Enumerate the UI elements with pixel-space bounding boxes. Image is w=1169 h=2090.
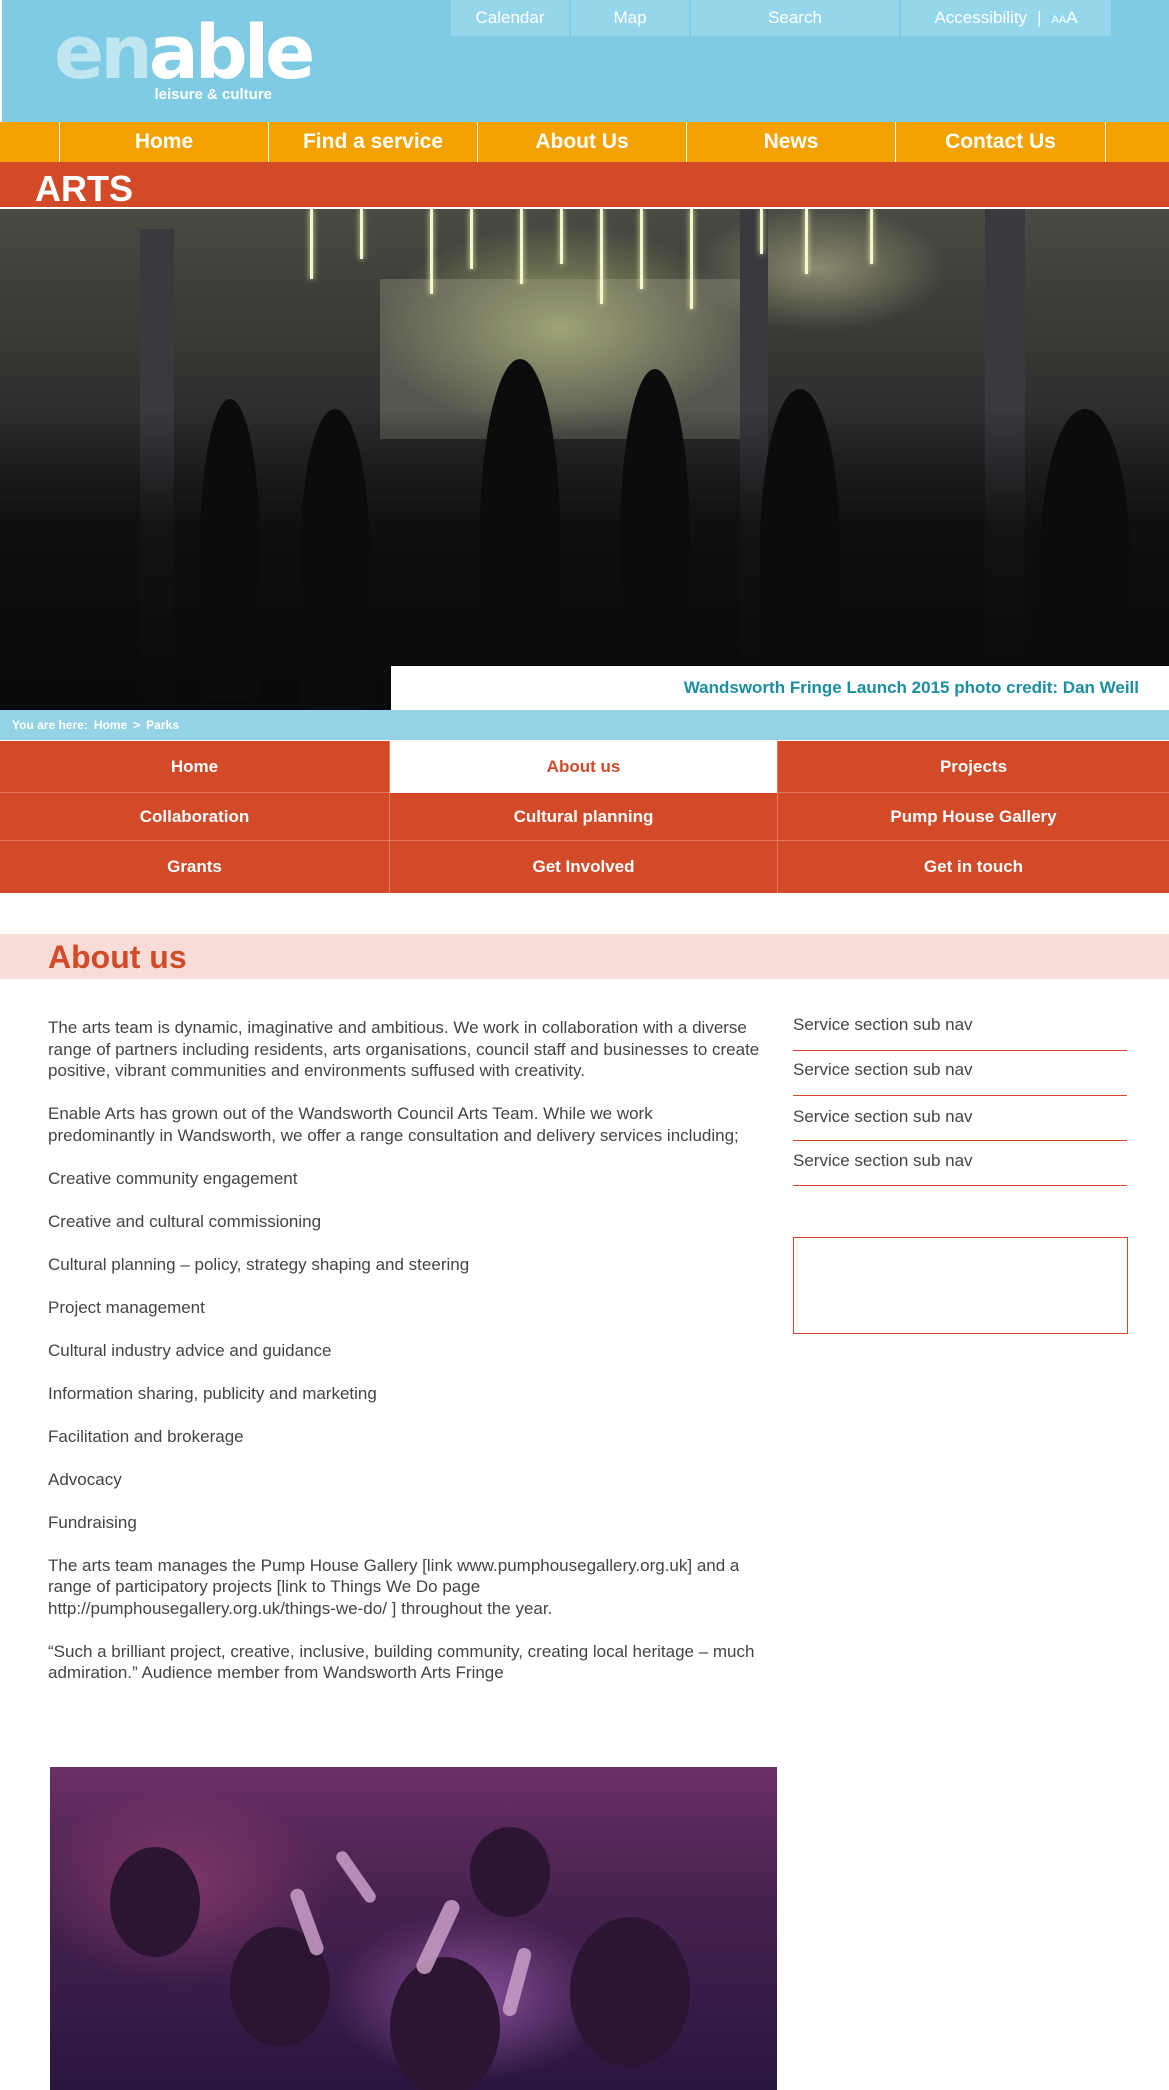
breadcrumb-home[interactable]: Home (94, 718, 127, 732)
service-list-item: Advocacy (48, 1469, 122, 1489)
breadcrumb-current[interactable]: Parks (146, 718, 179, 732)
subnav-about-us[interactable]: About us (390, 741, 778, 793)
testimonial-quote: “Such a brilliant project, creative, inc… (48, 1641, 755, 1683)
subnav-collaboration[interactable]: Collaboration (0, 793, 390, 841)
photo-person (390, 1957, 500, 2090)
page-title-band: About us (0, 934, 1169, 979)
sidenav-item[interactable]: Service section sub nav (793, 1051, 1127, 1096)
hero-light (805, 209, 808, 274)
service-list-item: Facilitation and brokerage (48, 1426, 244, 1446)
site-header: enable leisure & culture Calendar Map Se… (0, 0, 1169, 122)
subnav-get-in-touch[interactable]: Get in touch (778, 841, 1169, 893)
accessibility-bar: Accessibility | AAA (901, 0, 1111, 36)
hero-light (470, 209, 473, 269)
subnav-cultural-planning[interactable]: Cultural planning (390, 793, 778, 841)
audience-photo (50, 1767, 777, 2090)
main-content: The arts team is dynamic, imaginative an… (48, 1017, 760, 1705)
map-link[interactable]: Map (571, 0, 689, 36)
hero-person (300, 409, 370, 709)
hero-light (520, 209, 523, 284)
breadcrumb-prefix: You are here: (12, 718, 88, 732)
hero-caption: Wandsworth Fringe Launch 2015 photo cred… (391, 666, 1169, 710)
section-title: ARTS (35, 168, 133, 209)
sidenav-item[interactable]: Service section sub nav (793, 1014, 1127, 1051)
nav-news[interactable]: News (687, 122, 896, 162)
hero-light (640, 209, 643, 289)
page-title: About us (48, 939, 187, 975)
service-list-item: Information sharing, publicity and marke… (48, 1383, 377, 1403)
service-list-item: Creative and cultural commissioning (48, 1211, 322, 1231)
hero-light (690, 209, 693, 309)
text-size-controls[interactable]: AAA (1051, 8, 1077, 28)
hero-light (360, 209, 363, 259)
calendar-link[interactable]: Calendar (451, 0, 569, 36)
sidebar-promo-box (793, 1237, 1128, 1334)
hero-light (600, 209, 603, 304)
sidenav-item[interactable]: Service section sub nav (793, 1096, 1127, 1141)
nav-spacer (1105, 122, 1164, 162)
main-navigation: Home Find a service About Us News Contac… (0, 122, 1169, 162)
hero-person (760, 389, 840, 709)
service-list-item: Creative community engagement (48, 1168, 298, 1188)
logo-tagline: leisure & culture (154, 86, 272, 103)
hero-person (620, 369, 690, 709)
photo-raised-hand (501, 1946, 533, 2018)
utility-separator: | (1037, 8, 1042, 27)
nav-find-a-service[interactable]: Find a service (269, 122, 478, 162)
photo-person (570, 1917, 690, 2067)
sidenav-item[interactable]: Service section sub nav (793, 1141, 1127, 1186)
subnav-grants[interactable]: Grants (0, 841, 390, 893)
section-banner: ARTS (0, 162, 1169, 209)
service-list-item: Cultural planning – policy, strategy sha… (48, 1254, 470, 1274)
service-section-subnav: Service section sub nav Service section … (793, 1014, 1127, 1186)
photo-person (110, 1847, 200, 1957)
photo-raised-hand (333, 1848, 379, 1906)
search-link[interactable]: Search (691, 0, 899, 36)
enable-logo[interactable]: enable leisure & culture (54, 8, 315, 108)
nav-contact-us[interactable]: Contact Us (896, 122, 1105, 162)
content-paragraph: The arts team manages the Pump House Gal… (48, 1555, 740, 1618)
subnav-projects[interactable]: Projects (778, 741, 1169, 793)
content-paragraph: The arts team is dynamic, imaginative an… (48, 1018, 760, 1080)
hero-image: Wandsworth Fringe Launch 2015 photo cred… (0, 209, 1169, 710)
photo-person (470, 1827, 550, 1917)
hero-person (1040, 409, 1130, 709)
content-paragraph: Enable Arts has grown out of the Wandswo… (48, 1104, 739, 1145)
logo-wordmark: enable (54, 10, 315, 96)
service-list-item: Project management (48, 1297, 205, 1317)
subnav-get-involved[interactable]: Get Involved (390, 841, 778, 893)
nav-home[interactable]: Home (60, 122, 269, 162)
hero-person (200, 399, 260, 699)
hero-light (870, 209, 873, 264)
subnav-home[interactable]: Home (0, 741, 390, 793)
breadcrumb: You are here: Home > Parks (0, 710, 1169, 740)
hero-crowd (0, 409, 1169, 710)
service-list-item: Fundraising (48, 1512, 137, 1532)
nav-spacer (0, 122, 60, 162)
subnav-pump-house-gallery[interactable]: Pump House Gallery (778, 793, 1169, 841)
accessibility-link[interactable]: Accessibility (934, 8, 1027, 28)
hero-light (560, 209, 563, 264)
hero-person (480, 359, 560, 709)
service-list-item: Cultural industry advice and guidance (48, 1340, 332, 1360)
hero-light (760, 209, 763, 254)
breadcrumb-separator: > (133, 718, 141, 732)
hero-light (430, 209, 433, 294)
nav-about-us[interactable]: About Us (478, 122, 687, 162)
arts-subnav: Home About us Projects Collaboration Cul… (0, 741, 1169, 893)
hero-light (310, 209, 313, 279)
